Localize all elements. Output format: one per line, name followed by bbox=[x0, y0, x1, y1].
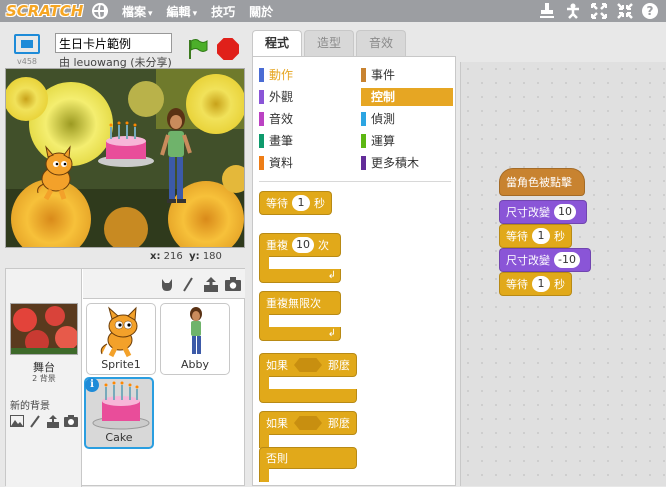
paint-backdrop-icon[interactable] bbox=[28, 415, 42, 429]
help-icon[interactable]: ? bbox=[642, 3, 658, 19]
camera-backdrop-icon[interactable] bbox=[64, 415, 78, 429]
change-size-block[interactable]: 尺寸改變 -10 bbox=[499, 248, 591, 272]
cat-sprite-thumbnail bbox=[100, 306, 138, 358]
category-sensing[interactable]: 偵測 bbox=[361, 110, 453, 128]
stage-header: v458 生日卡片範例 由 leuowang (未分享) bbox=[0, 22, 250, 69]
stop-icon[interactable] bbox=[217, 38, 239, 60]
menu-bar: SCRATCH 檔案 ▾ 編輯 ▾ 技巧 關於 ? bbox=[0, 0, 666, 22]
sprite-tile-cake[interactable]: i Cake bbox=[84, 377, 154, 449]
shrink-icon[interactable] bbox=[612, 0, 638, 22]
fullscreen-icon[interactable] bbox=[14, 34, 40, 54]
block-palette: 動作 事件 外觀 控制 音效 偵測 畫筆 運算 資料 更多積木 等待 1 秒 重複 1… bbox=[252, 56, 456, 486]
wait-block[interactable]: 等待 1 秒 bbox=[499, 272, 572, 296]
tab-costumes[interactable]: 造型 bbox=[304, 30, 355, 56]
sprite-name: Cake bbox=[105, 431, 133, 444]
palette-repeat-block[interactable]: 重複 10 次 ↲ bbox=[259, 233, 341, 283]
scratch-logo[interactable]: SCRATCH bbox=[6, 2, 83, 20]
category-pen[interactable]: 畫筆 bbox=[259, 132, 351, 150]
new-backdrop-label: 新的背景 bbox=[10, 401, 50, 412]
divider bbox=[259, 181, 451, 182]
category-data[interactable]: 資料 bbox=[259, 154, 351, 172]
tab-sounds[interactable]: 音效 bbox=[356, 30, 407, 56]
duplicate-stamp-icon[interactable] bbox=[534, 0, 560, 22]
category-operators[interactable]: 運算 bbox=[361, 132, 453, 150]
stage-thumbnail[interactable] bbox=[10, 303, 78, 355]
change-size-block[interactable]: 尺寸改變 10 bbox=[499, 200, 587, 224]
sprite-pane: 舞台 2 背景 新的背景 Sprite1 Abby i Cake bbox=[5, 268, 245, 487]
sprite-tile-abby[interactable]: Abby bbox=[160, 303, 230, 375]
category-more-blocks[interactable]: 更多積木 bbox=[361, 154, 453, 172]
category-list: 動作 事件 外觀 控制 音效 偵測 畫筆 運算 資料 更多積木 bbox=[253, 57, 455, 181]
palette-if-else-block[interactable]: 如果 那麼 否則 bbox=[259, 411, 357, 485]
project-title-input[interactable]: 生日卡片範例 bbox=[55, 33, 172, 53]
boolean-slot[interactable] bbox=[294, 358, 322, 372]
delete-scissors-icon[interactable] bbox=[560, 0, 586, 22]
palette-if-then-block[interactable]: 如果 那麼 bbox=[259, 353, 357, 403]
tab-scripts[interactable]: 程式 bbox=[252, 30, 303, 57]
category-control[interactable]: 控制 bbox=[361, 88, 453, 106]
sprite-name: Sprite1 bbox=[101, 358, 141, 371]
sprite-tile-sprite1[interactable]: Sprite1 bbox=[86, 303, 156, 375]
upload-backdrop-icon[interactable] bbox=[46, 415, 60, 429]
menu-tips[interactable]: 技巧 bbox=[211, 3, 235, 20]
version-label: v458 bbox=[17, 57, 38, 66]
sprite-library-icon[interactable] bbox=[159, 277, 173, 291]
category-events[interactable]: 事件 bbox=[361, 66, 453, 84]
palette-wait-block[interactable]: 等待 1 秒 bbox=[259, 191, 332, 215]
backdrop-library-icon[interactable] bbox=[10, 415, 24, 429]
stage-selector[interactable]: 舞台 2 背景 新的背景 bbox=[6, 269, 82, 487]
mouse-coordinates: x: 216 y: 180 bbox=[150, 251, 222, 262]
palette-forever-block[interactable]: 重複無限次 ↲ bbox=[259, 291, 341, 341]
category-looks[interactable]: 外觀 bbox=[259, 88, 351, 106]
menu-edit[interactable]: 編輯 ▾ bbox=[167, 3, 198, 20]
sprite-name: Abby bbox=[181, 358, 209, 371]
backdrop-count: 2 背景 bbox=[32, 374, 56, 383]
sprite-info-icon[interactable]: i bbox=[85, 378, 99, 392]
abby-sprite-thumbnail bbox=[190, 307, 202, 354]
green-flag-icon[interactable] bbox=[186, 38, 208, 60]
category-motion[interactable]: 動作 bbox=[259, 66, 351, 84]
category-sound[interactable]: 音效 bbox=[259, 110, 351, 128]
menu-file[interactable]: 檔案 ▾ bbox=[122, 3, 153, 20]
when-sprite-clicked-hat-block[interactable]: 當角色被點擊 bbox=[499, 168, 585, 196]
boolean-slot[interactable] bbox=[294, 416, 322, 430]
language-globe-icon[interactable] bbox=[92, 3, 108, 19]
menu-about[interactable]: 關於 bbox=[249, 3, 273, 20]
stage-canvas[interactable] bbox=[5, 68, 245, 248]
paint-sprite-icon[interactable] bbox=[181, 276, 195, 292]
script-area[interactable]: 當角色被點擊 尺寸改變 10 等待 1 秒 尺寸改變 -10 等待 1 秒 bbox=[460, 62, 666, 486]
new-sprite-toolbar bbox=[83, 269, 245, 299]
editor-tabs: 程式 造型 音效 bbox=[252, 30, 408, 57]
grow-icon[interactable] bbox=[586, 0, 612, 22]
wait-block[interactable]: 等待 1 秒 bbox=[499, 224, 572, 248]
upload-sprite-icon[interactable] bbox=[203, 276, 218, 292]
camera-sprite-icon[interactable] bbox=[225, 276, 241, 291]
